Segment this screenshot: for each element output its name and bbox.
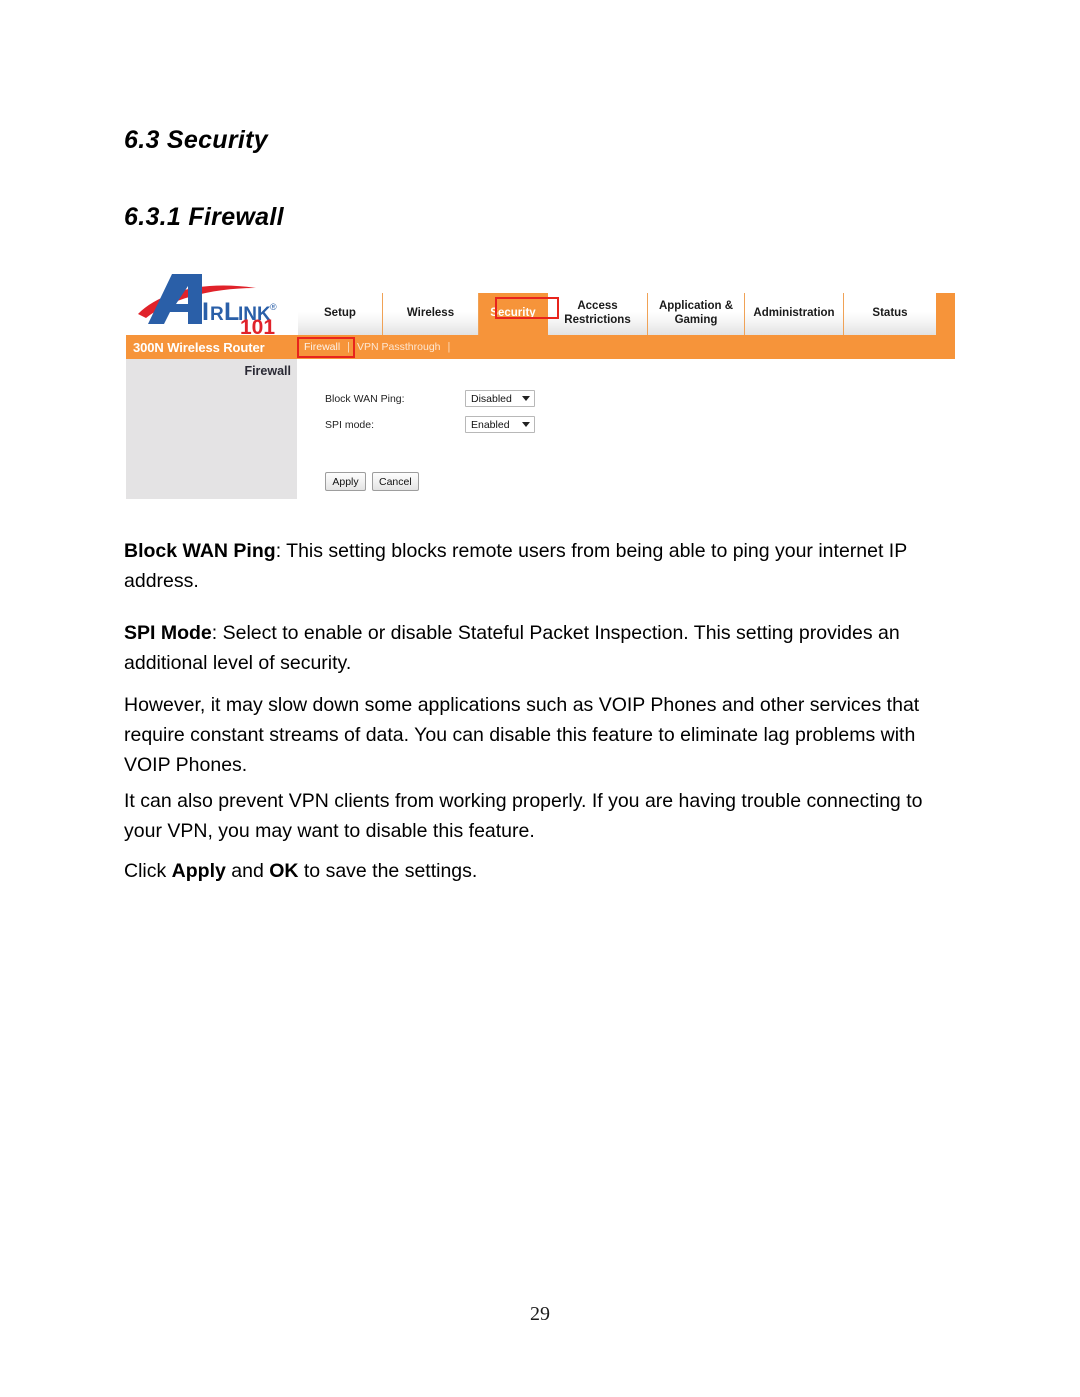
tab-access-restrictions-label: Access Restrictions: [564, 300, 630, 327]
apply-button[interactable]: Apply: [325, 472, 366, 491]
secondary-nav-bar: 300N Wireless Router Firewall | VPN Pass…: [126, 335, 955, 359]
tab-administration-label: Administration: [753, 307, 835, 320]
p5-pre: Click: [124, 860, 172, 882]
form-row-block-wan-ping: Block WAN Ping: Disabled: [325, 390, 535, 407]
svg-text:R: R: [210, 304, 224, 325]
router-model-name: 300N Wireless Router: [133, 339, 265, 355]
airlink-101-logo-icon: I R L INK ® 101: [138, 274, 277, 334]
tab-application-gaming[interactable]: Application & Gaming: [648, 293, 745, 335]
sidebar-panel: Firewall: [126, 359, 297, 499]
tab-wireless[interactable]: Wireless: [383, 293, 479, 335]
firewall-settings-form: Block WAN Ping: Disabled SPI mode: Enabl…: [297, 359, 955, 499]
p1-bold-term: Block WAN Ping: [124, 540, 276, 562]
tab-status-label: Status: [872, 307, 908, 320]
svg-text:®: ®: [270, 302, 277, 312]
chevron-down-icon: [522, 422, 530, 427]
router-page-body: Firewall Block WAN Ping: Disabled SPI mo…: [126, 359, 955, 499]
block-wan-ping-value: Disabled: [471, 392, 512, 405]
spi-mode-label: SPI mode:: [325, 418, 375, 431]
paragraph-apply-instruction: Click Apply and OK to save the settings.: [124, 856, 964, 886]
p5-bold-ok: OK: [269, 860, 299, 882]
brand-logo: I R L INK ® 101: [126, 266, 298, 335]
subtab-separator-2: |: [447, 341, 451, 353]
tab-security[interactable]: Security: [479, 293, 548, 335]
tab-appgaming-line1: Application &: [658, 300, 734, 313]
subtab-vpn-passthrough[interactable]: VPN Passthrough: [351, 341, 446, 353]
section-heading: 6.3 Security: [124, 126, 268, 154]
form-actions: Apply Cancel: [325, 472, 419, 491]
paragraph-spi-mode: SPI Mode: Select to enable or disable St…: [124, 618, 964, 678]
p5-post: to save the settings.: [298, 860, 478, 882]
paragraph-vpn-note: It can also prevent VPN clients from wor…: [124, 790, 923, 842]
subtab-firewall[interactable]: Firewall: [298, 341, 346, 353]
tab-security-label: Security: [490, 307, 536, 320]
svg-text:I: I: [202, 298, 209, 326]
block-wan-ping-label: Block WAN Ping:: [325, 392, 405, 405]
paragraph-voip-note: However, it may slow down some applicati…: [124, 694, 920, 776]
cancel-button[interactable]: Cancel: [372, 472, 419, 491]
spi-mode-select[interactable]: Enabled: [465, 416, 535, 433]
chevron-down-icon: [522, 396, 530, 401]
tab-wireless-label: Wireless: [406, 307, 455, 320]
tab-appgaming-line2: Gaming: [674, 314, 718, 326]
p2-bold-term: SPI Mode: [124, 622, 212, 644]
page-number: 29: [530, 1303, 550, 1325]
tab-status[interactable]: Status: [844, 293, 936, 335]
form-row-spi-mode: SPI mode: Enabled: [325, 416, 535, 433]
tab-access-restrictions[interactable]: Access Restrictions: [548, 293, 648, 335]
primary-nav-tabs[interactable]: Setup Wireless Security Access Restricti…: [298, 293, 955, 335]
paragraph-block-wan-ping: Block WAN Ping: This setting blocks remo…: [124, 536, 964, 596]
sidebar-section-title: Firewall: [244, 364, 291, 378]
subsection-heading: 6.3.1 Firewall: [124, 203, 284, 231]
router-admin-screenshot: I R L INK ® 101 Setup Wireless Security …: [126, 266, 955, 499]
svg-text:L: L: [224, 298, 239, 326]
tab-access-line2: Restrictions: [564, 314, 631, 326]
tab-application-gaming-label: Application & Gaming: [659, 300, 733, 327]
tab-administration[interactable]: Administration: [745, 293, 844, 335]
block-wan-ping-select[interactable]: Disabled: [465, 390, 535, 407]
tab-access-line1: Access: [577, 300, 618, 313]
spi-mode-value: Enabled: [471, 418, 510, 431]
svg-text:101: 101: [240, 316, 275, 334]
p2-text: : Select to enable or disable Stateful P…: [124, 622, 900, 674]
tab-setup-label: Setup: [324, 307, 356, 320]
p5-mid: and: [225, 860, 270, 882]
tab-setup[interactable]: Setup: [298, 293, 383, 335]
p5-bold-apply: Apply: [171, 860, 226, 882]
